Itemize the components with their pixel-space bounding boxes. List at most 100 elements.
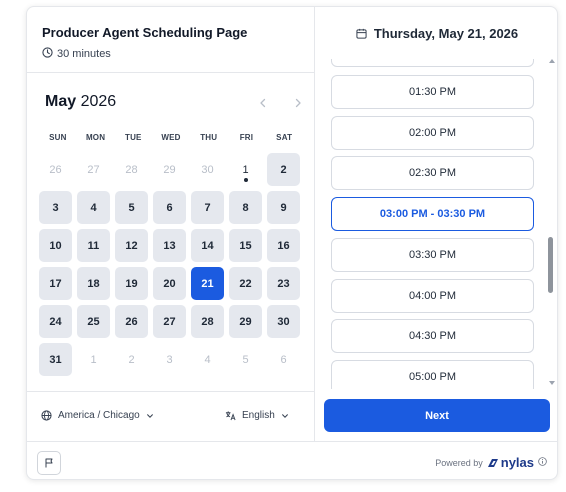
weekday-header: SUN MON TUE WED THU FRI SAT	[39, 133, 303, 147]
weekday-label: TUE	[124, 133, 142, 142]
globe-icon	[41, 410, 52, 421]
selected-date: Thursday, May 21, 2026	[373, 25, 519, 41]
calendar-day: 26	[49, 163, 62, 176]
month-name: May	[45, 93, 77, 110]
calendar-day[interactable]: 10	[39, 229, 72, 262]
bottom-bar: Powered by nylas	[27, 441, 557, 479]
timeslot[interactable]: 04:30 PM	[331, 319, 534, 353]
calendar-day[interactable]: 2	[267, 153, 300, 186]
weekday-label: MON	[85, 133, 106, 142]
nylas-logo-icon	[487, 458, 498, 467]
timeslot[interactable]: 05:00 PM	[331, 360, 534, 389]
next-button[interactable]: Next	[324, 399, 550, 432]
flag-icon	[45, 458, 53, 468]
calendar-day[interactable]: 7	[191, 191, 224, 224]
calendar-day: 1	[90, 353, 97, 366]
event-duration: 30 minutes	[42, 47, 111, 61]
calendar-day[interactable]: 8	[229, 191, 262, 224]
calendar-day[interactable]: 5	[115, 191, 148, 224]
report-button[interactable]	[37, 451, 61, 475]
calendar-day: 3	[166, 353, 173, 366]
selected-date-header: Thursday, May 21, 2026	[315, 7, 557, 59]
timeslot[interactable]: 01:30 PM	[331, 75, 534, 109]
timeslot[interactable]	[331, 59, 534, 67]
calendar-day[interactable]: 15	[229, 229, 262, 262]
scroll-down-arrow-icon[interactable]	[549, 381, 555, 385]
calendar-day: 2	[128, 353, 135, 366]
calendar-day: 29	[163, 163, 176, 176]
weekday-label: THU	[200, 133, 218, 142]
weekday-label: WED	[161, 133, 181, 142]
calendar-day: 1	[229, 153, 262, 186]
timeslot-pane: Thursday, May 21, 2026 01:30 PM 02:00 PM 0…	[315, 7, 557, 441]
calendar-day[interactable]: 11	[77, 229, 110, 262]
weekday-label: FRI	[239, 133, 254, 142]
clock-icon	[42, 47, 53, 61]
chevron-down-icon	[146, 413, 153, 418]
calendar-pane: Producer Agent Scheduling Page 30 minute…	[27, 7, 315, 441]
next-month-button[interactable]	[288, 91, 308, 115]
timeslot[interactable]: 03:30 PM	[331, 238, 534, 272]
brand-name: nylas	[500, 455, 534, 470]
timezone-label: America / Chicago	[58, 410, 140, 421]
calendar-grid: 26 27 28 29 30 1 2 3 4 5 6 7 8 9 10 11 12 13 14 15 16 17 18 19 2…	[39, 153, 303, 376]
chevron-right-icon	[295, 98, 301, 108]
timezone-selector[interactable]: America / Chicago	[41, 410, 154, 421]
event-title: Producer Agent Scheduling Page	[42, 25, 248, 40]
calendar-day[interactable]: 13	[153, 229, 186, 262]
translate-icon	[225, 411, 236, 421]
info-icon[interactable]	[538, 457, 547, 468]
timeslot[interactable]: 02:00 PM	[331, 116, 534, 150]
chevron-down-icon	[281, 413, 288, 418]
scheduler-card: Producer Agent Scheduling Page 30 minute…	[26, 6, 558, 480]
language-label: English	[242, 410, 275, 421]
calendar-day: 5	[242, 353, 249, 366]
duration-text: 30 minutes	[57, 48, 111, 60]
timeslot-selected[interactable]: 03:00 PM - 03:30 PM	[331, 197, 534, 231]
timeslot[interactable]: 02:30 PM	[331, 156, 534, 190]
calendar-day: 4	[204, 353, 211, 366]
chevron-left-icon	[260, 98, 266, 108]
brand-logo: nylas	[487, 455, 534, 470]
calendar-day[interactable]: 25	[77, 305, 110, 338]
previous-month-button[interactable]	[253, 91, 273, 115]
language-selector[interactable]: English	[225, 410, 289, 421]
powered-by-text: Powered by	[435, 457, 483, 468]
calendar-day[interactable]: 31	[39, 343, 72, 376]
calendar-day[interactable]: 26	[115, 305, 148, 338]
calendar-icon	[356, 28, 367, 39]
calendar-day[interactable]: 20	[153, 267, 186, 300]
event-header: Producer Agent Scheduling Page 30 minute…	[27, 7, 315, 73]
calendar-day[interactable]: 23	[267, 267, 300, 300]
calendar-day[interactable]: 14	[191, 229, 224, 262]
calendar-day[interactable]: 12	[115, 229, 148, 262]
calendar-day[interactable]: 27	[153, 305, 186, 338]
calendar-day[interactable]: 28	[191, 305, 224, 338]
timeslot-scrollbar[interactable]	[547, 59, 557, 391]
calendar-day[interactable]: 22	[229, 267, 262, 300]
calendar-day: 28	[125, 163, 138, 176]
month-navigation: May 2026	[45, 91, 301, 115]
weekday-label: SUN	[49, 133, 67, 142]
scroll-up-arrow-icon[interactable]	[549, 59, 555, 63]
calendar-day[interactable]: 9	[267, 191, 300, 224]
calendar-day[interactable]: 6	[153, 191, 186, 224]
timeslot[interactable]: 04:00 PM	[331, 279, 534, 313]
calendar-day[interactable]: 16	[267, 229, 300, 262]
calendar-day: 30	[201, 163, 214, 176]
calendar-day[interactable]: 18	[77, 267, 110, 300]
calendar-day[interactable]: 4	[77, 191, 110, 224]
calendar-day-selected[interactable]: 21	[191, 267, 224, 300]
calendar-day[interactable]: 29	[229, 305, 262, 338]
weekday-label: SAT	[276, 133, 293, 142]
calendar-day[interactable]: 30	[267, 305, 300, 338]
calendar-day[interactable]: 3	[39, 191, 72, 224]
calendar-day[interactable]: 17	[39, 267, 72, 300]
timeslot-list[interactable]: 01:30 PM 02:00 PM 02:30 PM 03:00 PM - 03:30…	[315, 59, 557, 389]
month-label: May 2026	[45, 93, 116, 111]
powered-by: Powered by nylas	[435, 455, 547, 470]
locale-bar: America / Chicago English	[27, 391, 315, 441]
calendar-day[interactable]: 24	[39, 305, 72, 338]
scroll-thumb[interactable]	[548, 237, 553, 293]
calendar-day[interactable]: 19	[115, 267, 148, 300]
